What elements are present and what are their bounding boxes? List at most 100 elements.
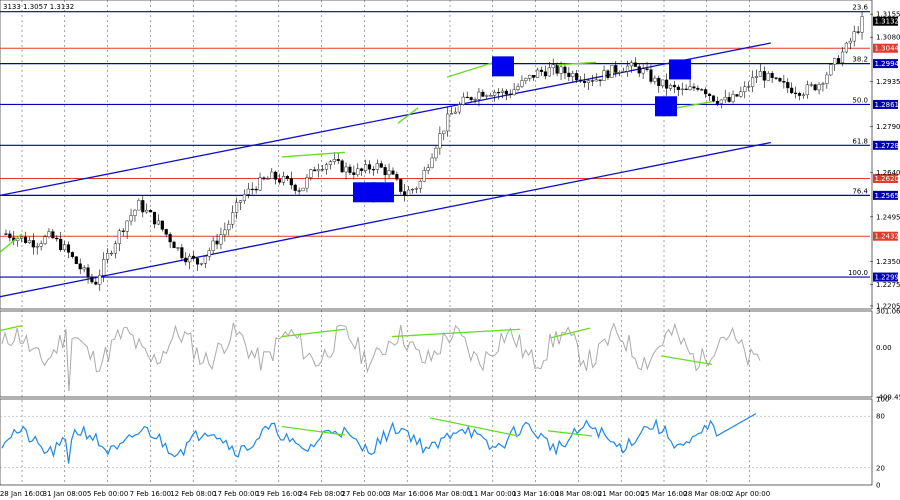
candle-body [719,99,723,104]
candle-body [782,80,786,83]
candle-body [94,281,98,285]
x-tick-label: 7 Feb 16:00 [130,490,171,498]
candle-body [254,188,258,191]
candle-body [266,178,270,180]
candle-body [602,70,606,81]
candle-body [762,71,766,81]
cci-panel [0,310,873,398]
candle-body [715,100,719,104]
candle-body [387,170,391,176]
candle-body [637,66,641,74]
candle-body [680,88,684,90]
candle-body [51,231,55,239]
candle-body [164,229,168,235]
x-tick-label: 13 Mar 16:00 [512,490,559,498]
candle-body [160,220,164,230]
candle-body [399,179,403,192]
candle-body [586,80,590,83]
candle-body [766,73,770,81]
candle-body [825,74,829,84]
y-tick-label: 1.2640 [876,169,900,177]
candle-body [645,68,649,70]
candle-body [281,176,286,183]
candle-body [125,220,129,232]
candle-body [747,86,751,88]
candle-body [8,233,12,238]
candle-body [78,263,82,270]
candle-body [743,86,747,92]
candle-body [754,76,759,78]
y-tick-label: 1.2205 [876,302,900,310]
fib-price-tag: 1.2861 [875,101,900,109]
candle-body [297,190,301,192]
candle-body [539,69,544,72]
candle-body [532,75,536,78]
candle-body [582,80,587,83]
candle-body [317,169,321,172]
candle-body [184,257,188,263]
candle-body [516,86,520,91]
candle-body [227,223,231,231]
pivot-marker [353,182,375,203]
candle-body [794,92,798,94]
candle-body [731,94,735,102]
candle-body [704,89,708,95]
candle-body [180,247,184,259]
candle-body [434,147,438,159]
candle-body [90,276,94,283]
candle-body [528,75,532,79]
candle-body [219,234,223,245]
candle-body [751,77,755,87]
x-tick-label: 3 Mar 16:00 [386,490,428,498]
candle-body [133,209,137,216]
candle-body [852,31,856,42]
candle-body [422,170,426,182]
pivot-marker [372,182,394,203]
candle-body [289,178,293,186]
candle-body [837,58,841,63]
x-tick-label: 11 Mar 00:00 [469,490,516,498]
candle-body [321,168,325,171]
x-tick-label: 5 Feb 00:00 [87,490,128,498]
x-tick-label: 27 Feb 00:00 [341,490,387,498]
candle-body [813,84,817,91]
fib-label: 50.0 [852,96,868,104]
candle-body [727,96,731,102]
candle-body [98,275,102,285]
candle-body [238,200,243,203]
x-tick-label: 31 Jan 08:00 [43,490,87,498]
candle-body [383,167,387,176]
candle-body [301,187,305,192]
pivot-marker [492,56,514,77]
rsi-tick-label: 100 [876,396,889,404]
fib-label: 61.8 [852,137,868,145]
candle-body [856,31,860,33]
candle-body [430,157,434,168]
candle-body [211,240,215,251]
rsi-tick-label: 0 [876,482,880,490]
candle-body [493,91,497,96]
candle-body [285,176,289,179]
candle-body [844,42,848,53]
candle-body [137,200,141,211]
candle-body [622,71,626,73]
candle-body [426,167,430,171]
candle-body [258,177,262,191]
fib-price-tag: 1.2565 [875,192,900,200]
y-tick-label: 1.2790 [876,123,900,131]
candle-body [512,89,516,96]
candle-body [676,86,680,90]
candle-body [860,16,864,33]
candle-body [758,71,762,77]
candle-body [328,161,332,165]
candle-body [504,90,508,95]
candle-body [188,255,192,263]
candle-body [708,93,712,96]
candle-body [508,93,512,96]
candle-body [649,69,653,82]
candle-body [379,163,383,168]
x-tick-label: 24 Feb 08:00 [299,490,345,498]
candle-body [195,258,200,265]
x-tick-label: 28 Mar 08:00 [683,490,730,498]
candle-body [524,78,528,81]
